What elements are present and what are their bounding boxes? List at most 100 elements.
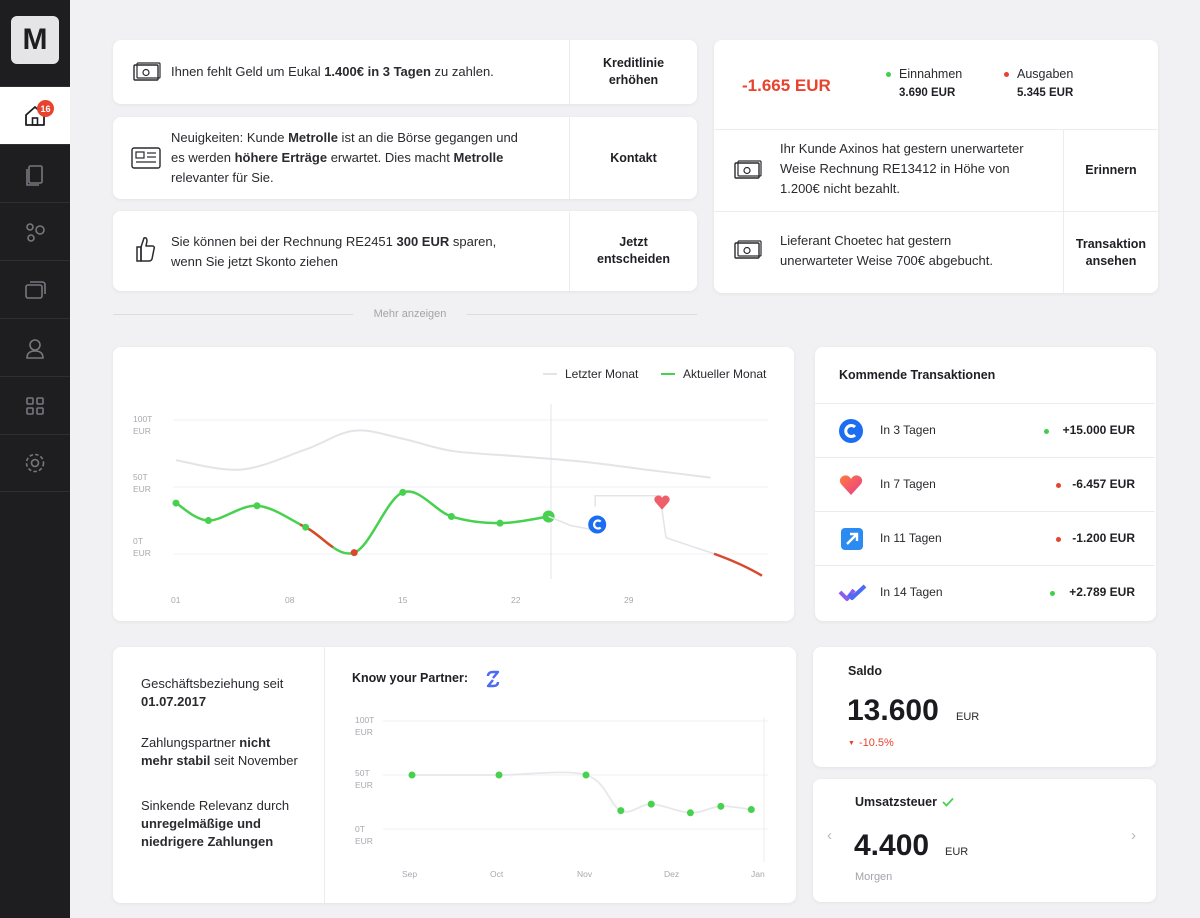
expense-dot	[1004, 72, 1009, 77]
remind-button[interactable]: Erinnern	[1063, 130, 1158, 211]
data-point[interactable]	[447, 512, 455, 520]
banknote-icon	[734, 240, 762, 259]
show-more-link[interactable]: Mehr anzeigen	[355, 308, 465, 320]
down-arrow-icon: ▼	[848, 739, 855, 747]
transaction-when: In 3 Tagen	[880, 423, 936, 437]
heart-logo-icon[interactable]	[654, 495, 670, 510]
data-point[interactable]	[496, 519, 504, 527]
series-line-last-month	[175, 429, 711, 479]
transaction-row[interactable]: In 7 Tagen -6.457 EUR	[815, 457, 1155, 511]
saldo-value: 13.600	[847, 694, 939, 727]
nav-cards[interactable]	[0, 260, 70, 318]
network-icon	[26, 222, 45, 242]
nav-apps[interactable]	[0, 376, 70, 434]
contact-button[interactable]: Kontakt	[569, 117, 697, 199]
saldo-unit: EUR	[956, 711, 980, 723]
data-point[interactable]	[582, 771, 590, 779]
status-dot	[1056, 537, 1061, 542]
alert-row: Lieferant Choetec hat gestern unerwartet…	[714, 211, 1158, 293]
transaction-when: In 7 Tagen	[880, 477, 936, 491]
transaction-when: In 11 Tagen	[880, 531, 942, 545]
tax-value: 4.400	[854, 829, 930, 862]
data-point[interactable]	[302, 523, 310, 531]
data-point[interactable]	[717, 802, 725, 810]
data-point[interactable]	[617, 807, 625, 815]
nav-network[interactable]	[0, 202, 70, 260]
documents-icon	[26, 164, 43, 186]
nav-documents[interactable]	[0, 144, 70, 202]
partner-line-chart	[383, 717, 768, 862]
data-point[interactable]	[253, 502, 261, 510]
credit-line-button[interactable]: Kreditlinie erhöhen	[569, 40, 697, 104]
heart-logo-icon	[839, 475, 863, 495]
c-logo-icon[interactable]	[588, 515, 607, 534]
status-dot	[1056, 483, 1061, 488]
cashflow-amount: -1.665 EUR	[742, 76, 831, 95]
user-icon	[26, 338, 44, 359]
checkmark-icon	[942, 797, 954, 807]
notification-card: Sie können bei der Rechnung RE2451 300 E…	[113, 211, 697, 291]
data-point[interactable]	[747, 806, 755, 814]
income-label: Einnahmen	[899, 67, 963, 81]
saldo-change: ▼ -10.5%	[848, 737, 894, 749]
transaction-row[interactable]: In 14 Tagen +2.789 EUR	[815, 565, 1155, 619]
nav-user[interactable]	[0, 318, 70, 376]
monthly-line-chart	[172, 404, 768, 579]
nav-settings[interactable]	[0, 434, 70, 492]
decide-now-button[interactable]: Jetzt entscheiden	[569, 211, 697, 291]
sidebar: M 16	[0, 0, 70, 918]
alert-text: Ihr Kunde Axinos hat gestern unerwartete…	[780, 141, 1024, 196]
data-point[interactable]	[408, 771, 416, 779]
notification-card: Neuigkeiten: Kunde Metrolle ist an die B…	[113, 117, 697, 199]
divider	[113, 314, 353, 315]
transaction-row[interactable]: In 11 Tagen -1.200 EUR	[815, 511, 1155, 565]
transaction-amount: -1.200 EUR	[1072, 531, 1135, 545]
upcoming-transactions-card: Kommende Transaktionen In 3 Tagen +15.00…	[815, 347, 1156, 621]
cards-icon	[25, 280, 46, 299]
tax-card: ‹ › Umsatzsteuer 4.400 EUR Morgen	[813, 779, 1156, 902]
banknote-icon	[734, 160, 762, 179]
data-point[interactable]	[647, 800, 655, 808]
app-logo[interactable]: M	[11, 16, 59, 64]
alert-row: Ihr Kunde Axinos hat gestern unerwartete…	[714, 129, 1158, 211]
data-point[interactable]	[204, 517, 212, 524]
saldo-label: Saldo	[848, 664, 883, 678]
chevron-right-icon[interactable]: ›	[1131, 827, 1136, 844]
apps-icon	[26, 396, 44, 415]
notification-card: Ihnen fehlt Geld um Eukal 1.400€ in 3 Ta…	[113, 40, 697, 104]
chevron-left-icon[interactable]: ‹	[827, 827, 832, 844]
negative-segment	[256, 491, 404, 555]
income-dot	[886, 72, 891, 77]
notification-text: Neuigkeiten: Kunde Metrolle ist an die B…	[171, 130, 518, 185]
alert-text: Lieferant Choetec hat gestern unerwartet…	[780, 233, 993, 268]
arrow-logo-icon	[841, 528, 863, 550]
settings-icon	[25, 453, 45, 473]
data-point[interactable]	[399, 488, 407, 496]
forecast-negative-segment	[713, 552, 763, 577]
partner-series-line	[411, 771, 752, 814]
nav-home[interactable]: 16	[0, 86, 70, 144]
monthly-chart-card: Letzter Monat Aktueller Monat 100T EUR 5…	[113, 347, 794, 621]
status-dot	[1044, 429, 1049, 434]
banknote-icon	[133, 62, 161, 81]
upcoming-title: Kommende Transaktionen	[839, 368, 996, 382]
notification-badge: 16	[37, 100, 54, 117]
view-transaction-button[interactable]: Transaktion ansehen	[1063, 212, 1158, 293]
data-point[interactable]	[542, 510, 555, 523]
data-point[interactable]	[495, 771, 503, 779]
news-icon	[131, 147, 161, 169]
notification-text: Ihnen fehlt Geld um Eukal 1.400€ in 3 Ta…	[171, 64, 494, 79]
transaction-amount: -6.457 EUR	[1072, 477, 1135, 491]
transaction-amount: +15.000 EUR	[1062, 423, 1135, 437]
transaction-row[interactable]: In 3 Tagen +15.000 EUR	[815, 403, 1155, 457]
tax-when: Morgen	[855, 871, 893, 883]
forecast-line	[548, 494, 715, 555]
status-dot	[1050, 591, 1055, 596]
partner-card: Geschäftsbeziehung seit 01.07.2017 Zahlu…	[113, 647, 796, 903]
data-point[interactable]	[686, 809, 694, 817]
data-point[interactable]	[350, 549, 358, 557]
expense-value: 5.345 EUR	[1017, 87, 1074, 99]
data-point[interactable]	[172, 499, 180, 507]
expense-label: Ausgaben	[1017, 67, 1074, 81]
transaction-when: In 14 Tagen	[880, 585, 943, 599]
